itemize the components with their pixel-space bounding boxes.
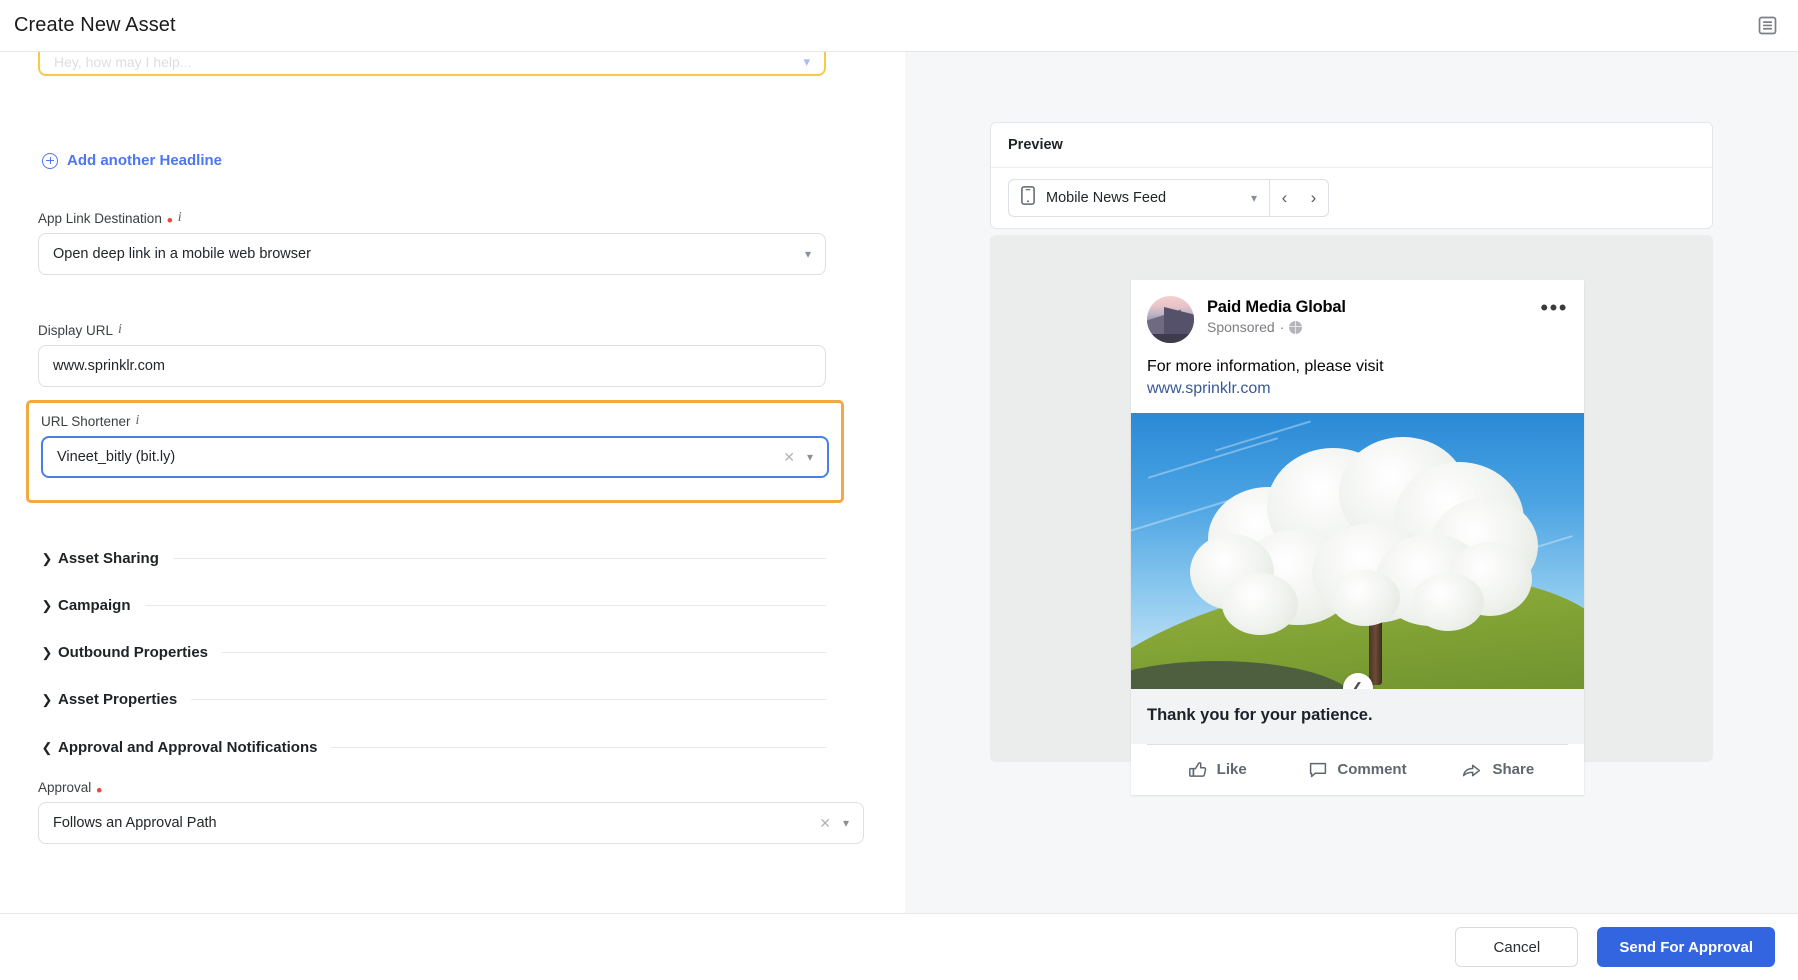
ad-sponsored-meta: Sponsored · <box>1207 319 1540 335</box>
window-header: Create New Asset <box>0 0 1798 52</box>
headline-field-placeholder: Hey, how may I help... <box>54 54 192 70</box>
ad-creative-image: ❮ <box>1131 412 1584 689</box>
url-shortener-select[interactable]: Vineet_bitly (bit.ly) ✕ ▾ <box>41 436 829 478</box>
chevron-down-icon: ▾ <box>806 450 813 464</box>
app-link-destination-label: App Link Destination • i <box>38 210 182 230</box>
section-approval-notifications[interactable]: ❮ Approval and Approval Notifications <box>38 739 826 756</box>
ad-identity: Paid Media Global Sponsored · <box>1207 296 1540 335</box>
display-url-value: www.sprinklr.com <box>53 358 165 374</box>
asset-form-pane: Hey, how may I help... ▾ Add another Hea… <box>0 52 905 913</box>
app-link-destination-select[interactable]: Open deep link in a mobile web browser ▾ <box>38 233 826 275</box>
ad-comment-button[interactable]: Comment <box>1287 745 1427 795</box>
ad-actions-container: Like Comment Share <box>1131 743 1584 795</box>
section-approval-notifications-label: Approval and Approval Notifications <box>58 739 318 756</box>
cancel-button[interactable]: Cancel <box>1455 927 1579 967</box>
prev-preview-button[interactable]: ‹ <box>1270 188 1299 208</box>
section-divider <box>144 605 826 606</box>
chevron-down-icon: ❮ <box>41 739 53 755</box>
section-divider <box>222 652 826 653</box>
document-list-icon[interactable] <box>1754 13 1780 39</box>
add-another-headline-button[interactable]: Add another Headline <box>42 152 222 169</box>
section-campaign-label: Campaign <box>58 597 131 614</box>
field-approval: Approval • Follows an Approval Path ✕ ▾ <box>38 780 864 844</box>
preview-title: Preview <box>1008 137 1063 153</box>
section-divider <box>172 558 826 559</box>
chevron-down-icon: ▾ <box>842 816 849 830</box>
chevron-down-icon: ▾ <box>803 54 810 69</box>
meta-separator: · <box>1279 319 1285 335</box>
ad-header: Paid Media Global Sponsored · ••• <box>1131 280 1584 343</box>
ad-comment-label: Comment <box>1337 761 1407 779</box>
globe-icon <box>1289 320 1303 334</box>
add-another-headline-label: Add another Headline <box>67 152 223 169</box>
preview-header: Preview <box>991 123 1712 168</box>
field-display-url: Display URL i www.sprinklr.com <box>38 322 826 387</box>
url-shortener-highlight: URL Shortener i Vineet_bitly (bit.ly) ✕ … <box>26 400 844 503</box>
display-url-input[interactable]: www.sprinklr.com <box>38 345 826 387</box>
plus-circle-icon <box>42 152 58 169</box>
section-outbound-properties[interactable]: ❯ Outbound Properties <box>38 644 826 661</box>
page-title: Create New Asset <box>14 14 176 36</box>
url-shortener-value: Vineet_bitly (bit.ly) <box>57 449 176 465</box>
info-icon[interactable]: i <box>118 322 122 338</box>
headline-field-scrolled[interactable]: Hey, how may I help... ▾ <box>38 52 826 76</box>
preview-toolbar: Mobile News Feed ▾ ‹ › <box>991 168 1712 228</box>
url-shortener-label: URL Shortener i <box>41 413 140 429</box>
close-icon[interactable]: ✕ <box>783 449 795 466</box>
preview-nav: ‹ › <box>1270 179 1329 217</box>
app-link-destination-value: Open deep link in a mobile web browser <box>53 246 311 262</box>
section-asset-properties[interactable]: ❯ Asset Properties <box>38 691 826 708</box>
facebook-ad-preview: Paid Media Global Sponsored · ••• For mo… <box>1131 280 1584 795</box>
chevron-right-icon: ❯ <box>41 597 53 613</box>
ad-link-url[interactable]: www.sprinklr.com <box>1147 379 1568 400</box>
section-asset-properties-label: Asset Properties <box>58 691 178 708</box>
chevron-right-icon: ❯ <box>41 691 53 707</box>
placement-select-value: Mobile News Feed <box>1046 190 1167 206</box>
thumbs-up-icon <box>1188 761 1206 777</box>
preview-panel: Preview Mobile News Feed ▾ ‹ › <box>990 122 1713 229</box>
info-icon[interactable]: i <box>136 413 140 429</box>
dialog-body: Hey, how may I help... ▾ Add another Hea… <box>0 52 1798 913</box>
chevron-down-icon: ▾ <box>1250 191 1257 205</box>
avatar <box>1147 296 1194 343</box>
section-outbound-properties-label: Outbound Properties <box>58 644 208 661</box>
chevron-right-icon: ❯ <box>41 550 53 566</box>
section-asset-sharing[interactable]: ❯ Asset Sharing <box>38 550 826 567</box>
section-divider <box>191 699 826 700</box>
ad-primary-text-block: For more information, please visit www.s… <box>1131 343 1584 413</box>
section-divider <box>331 747 826 748</box>
approval-label: Approval • <box>38 780 103 800</box>
ad-share-button[interactable]: Share <box>1428 745 1568 795</box>
preview-stage: Paid Media Global Sponsored · ••• For mo… <box>990 235 1713 795</box>
mobile-phone-icon <box>1021 186 1035 210</box>
chevron-right-icon: ❯ <box>41 644 53 660</box>
share-arrow-icon <box>1463 764 1481 777</box>
ad-like-label: Like <box>1216 761 1247 779</box>
next-preview-button[interactable]: › <box>1299 188 1328 208</box>
field-app-link-destination: App Link Destination • i Open deep link … <box>38 210 826 275</box>
ad-headline: Thank you for your patience. <box>1131 688 1584 744</box>
ad-like-button[interactable]: Like <box>1147 745 1287 795</box>
placement-select[interactable]: Mobile News Feed ▾ <box>1008 179 1270 217</box>
ad-actions: Like Comment Share <box>1147 745 1568 795</box>
preview-pane: Preview Mobile News Feed ▾ ‹ › Paid Medi… <box>905 52 1798 913</box>
sponsored-label: Sponsored <box>1207 319 1275 335</box>
chevron-down-icon: ▾ <box>804 247 811 261</box>
approval-value: Follows an Approval Path <box>53 815 217 831</box>
send-for-approval-button[interactable]: Send For Approval <box>1597 927 1775 967</box>
ad-share-label: Share <box>1492 761 1535 779</box>
ad-primary-text: For more information, please visit <box>1147 358 1384 375</box>
approval-select[interactable]: Follows an Approval Path ✕ ▾ <box>38 802 864 844</box>
display-url-label: Display URL i <box>38 322 122 338</box>
info-icon[interactable]: i <box>178 210 182 226</box>
comment-bubble-icon <box>1310 762 1327 777</box>
ad-brand-name: Paid Media Global <box>1207 298 1346 316</box>
section-asset-sharing-label: Asset Sharing <box>58 550 159 567</box>
section-campaign[interactable]: ❯ Campaign <box>38 597 826 614</box>
close-icon[interactable]: ✕ <box>819 815 831 832</box>
dialog-footer: Cancel Send For Approval <box>0 913 1798 980</box>
more-options-icon[interactable]: ••• <box>1540 296 1568 319</box>
